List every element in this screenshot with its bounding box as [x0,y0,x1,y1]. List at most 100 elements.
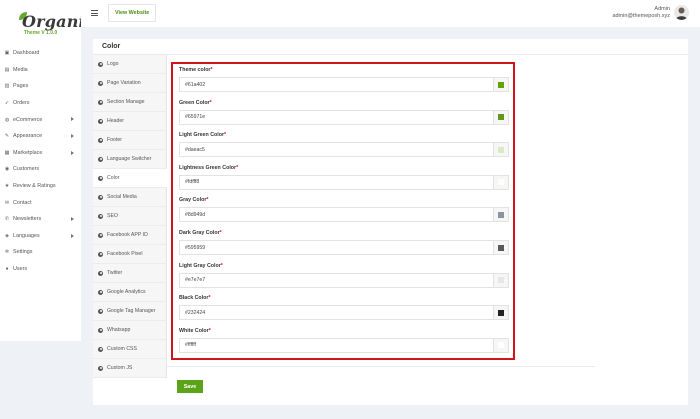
tab-label: Page Variation [107,80,141,86]
color-field: Light Green Color* #daeac5 [179,132,509,158]
tab-logo[interactable]: Logo [93,55,167,74]
gear-icon [98,232,103,238]
color-input[interactable]: #595959 [179,240,509,255]
color-picker-button[interactable] [493,241,508,254]
field-label: Theme color* [179,67,509,73]
color-field: Lightness Green Color* #fdfff8 [179,165,509,190]
media-icon: ▤ [4,66,10,73]
color-picker-button[interactable] [493,208,508,222]
sidebar-item-customers[interactable]: ◉ Customers [0,161,81,178]
color-input[interactable]: #65971e [179,109,509,125]
color-picker-button[interactable] [493,78,508,91]
sidebar-item-ecommerce[interactable]: ◍ eCommerce [0,111,81,128]
color-fields-panel: Theme color* #61a402 Green Color* #65971e Li… [171,62,515,360]
avatar[interactable] [674,5,689,20]
sidebar: Organis Theme V 1.0.0 ▣ Dashboard ▤ Media ▥ P… [0,0,94,341]
gear-icon [98,99,103,105]
sidebar-item-label: eCommerce [13,116,43,123]
sidebar-item-label: Dashboard [13,50,40,57]
tab-language-switcher[interactable]: Language Switcher [93,150,167,169]
color-input[interactable]: #fdfff8 [179,174,509,190]
tab-label: Whatsapp [107,327,131,333]
sidebar-item-pages[interactable]: ▥ Pages [0,78,81,95]
menu-toggle-icon[interactable] [91,10,98,16]
color-swatch [498,81,504,88]
field-label-text: Dark Gray Color [179,230,220,236]
color-picker-button[interactable] [493,175,508,189]
color-picker-button[interactable] [493,306,508,320]
gear-icon [98,308,103,314]
color-input[interactable]: #8d949d [179,207,509,223]
view-website-button[interactable]: View Website [108,4,157,22]
color-field: White Color* #ffffff [179,327,509,353]
tab-google-analytics[interactable]: Google Analytics [93,283,167,302]
color-input[interactable]: #61a402 [179,77,509,92]
divider [167,366,595,367]
color-picker-button[interactable] [493,110,508,124]
sidebar-item-languages[interactable]: ◈ Languages [0,228,81,245]
tab-google-tag-manager[interactable]: Google Tag Manager [93,302,167,321]
sidebar-item-orders[interactable]: ➶ Orders [0,95,81,112]
tab-label: Twitter [107,270,123,276]
color-value: #e7e7e7 [185,277,206,284]
sidebar-item-newsletters[interactable]: ✆ Newsletters [0,211,81,228]
tab-custom-css[interactable]: Custom CSS [93,340,167,359]
color-input[interactable]: #daeac5 [179,142,509,158]
save-button[interactable]: Save [177,380,203,393]
color-swatch [498,211,504,218]
color-picker-button[interactable] [493,338,508,352]
tab-facebook-app-id[interactable]: Facebook APP ID [93,226,167,245]
field-label-text: Light Green Color [179,132,225,139]
admin-email: admin@themeposh.xyz [612,13,670,19]
tab-seo[interactable]: SEO [93,207,167,226]
tab-label: Facebook Pixel [107,251,143,257]
sidebar-item-review-ratings[interactable]: ★ Review & Ratings [0,178,81,195]
color-swatch [498,146,504,153]
sidebar-item-label: Languages [13,232,40,239]
tab-social-media[interactable]: Social Media [93,188,167,207]
admin-name: Admin [654,6,670,12]
color-picker-button[interactable] [493,143,508,157]
sidebar-item-appearance[interactable]: ✎ Appearance [0,128,81,145]
tab-color[interactable]: Color [93,169,167,188]
field-label: Gray Color* [179,197,509,203]
tab-facebook-pixel[interactable]: Facebook Pixel [93,245,167,264]
sidebar-item-label: Contact [13,199,32,206]
tab-whatsapp[interactable]: Whatsapp [93,321,167,340]
tab-footer[interactable]: Footer [93,131,167,150]
field-label-text: White Color [179,327,209,334]
sidebar-item-users[interactable]: ● Users [0,261,81,278]
color-value: #daeac5 [185,146,205,153]
tab-page-variation[interactable]: Page Variation [93,74,167,93]
sidebar-item-label: Settings [13,249,33,256]
sidebar-item-marketplace[interactable]: ▦ Marketplace [0,145,81,162]
gear-icon [98,213,103,219]
color-value: #8d949d [185,211,206,218]
color-input[interactable]: #232424 [179,305,509,321]
brand-logo[interactable]: Organis [10,7,94,31]
tab-twitter[interactable]: Twitter [93,264,167,283]
gear-icon [98,137,103,143]
color-value: #595959 [185,244,206,251]
sidebar-item-dashboard[interactable]: ▣ Dashboard [0,45,81,62]
field-label: Dark Gray Color* [179,230,509,236]
field-label-text: Green Color [179,99,210,106]
color-input[interactable]: #ffffff [179,337,509,353]
color-picker-button[interactable] [493,273,508,287]
gear-icon [98,61,103,67]
sidebar-item-label: Review & Ratings [13,183,56,190]
field-label-text: Gray Color [179,197,207,204]
sidebar-item-contact[interactable]: ✉ Contact [0,194,81,211]
color-field: Green Color* #65971e [179,99,509,125]
sidebar-item-settings[interactable]: ✲ Settings [0,244,81,261]
tab-section-manage[interactable]: Section Manage [93,93,167,112]
tab-label: Logo [107,61,119,67]
divider [93,54,688,55]
color-field: Gray Color* #8d949d [179,197,509,223]
sidebar-item-media[interactable]: ▤ Media [0,62,81,79]
color-input[interactable]: #e7e7e7 [179,272,509,288]
tab-header[interactable]: Header [93,112,167,131]
tab-custom-js[interactable]: Custom JS [93,359,167,378]
required-marker: * [209,99,212,106]
field-label-text: Black Color [179,295,209,302]
